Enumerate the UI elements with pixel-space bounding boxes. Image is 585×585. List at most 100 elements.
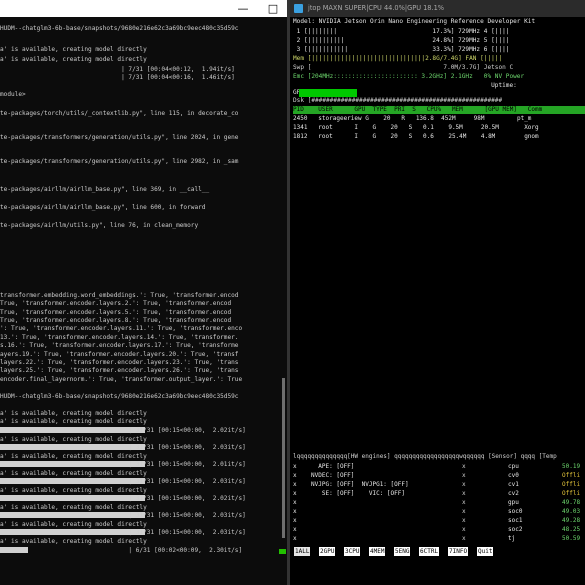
hw-engine-row: x (293, 517, 297, 524)
menu-tab-info[interactable]: 7INFO (448, 547, 469, 556)
terminal-line: a' is available, creating model directly (0, 521, 147, 528)
sensor-separator: x (462, 463, 466, 470)
progress-line: | 31/31 [00:15<00:00, 2.03it/s] (0, 512, 287, 519)
hw-engine-row: x (293, 535, 297, 542)
terminal-line: te-packages/airllm/utils.py", line 76, i… (0, 222, 199, 229)
process-row[interactable]: 2450 storageeriew G 20 R 136.8 452M 98M … (293, 115, 531, 123)
sensor-separator: x (462, 517, 466, 524)
menu-tab-mem[interactable]: 4MEM (369, 547, 386, 556)
sensor-separator: x (462, 490, 466, 497)
sensor-name: cv2 (508, 490, 519, 497)
terminal-line: True, 'transformer.encoder.layers.5.': T… (0, 309, 232, 316)
sensor-temp: 48.25 (562, 526, 581, 533)
terminal-line: te-packages/airllm/airllm_base.py", line… (0, 204, 206, 211)
terminal-line: True, 'transformer.encoder.layers.8.': T… (0, 317, 232, 324)
hw-engine-row: x (293, 526, 297, 533)
terminal-line: a' is available, creating model directly (0, 436, 147, 443)
terminal-line: s.16.': True, 'transformer.encoder.layer… (0, 342, 239, 349)
menu-tab-gpu[interactable]: 2GPU (319, 547, 336, 556)
terminal-line: layers.22.': True, 'transformer.encoder.… (0, 359, 239, 366)
terminal-line: | 7/31 [00:04<00:16, 1.46it/s] (0, 74, 235, 81)
process-table-header[interactable]: PID USER GPU TYPE PRI S CPU% MEM [GPU ME… (293, 106, 585, 114)
process-row[interactable]: 1341 root I G 20 S 0.1 9.5M 20.5M Xorg (293, 124, 539, 132)
sensor-temp: 50.19 (562, 463, 581, 470)
gpu-usage-bar (299, 89, 357, 97)
left-terminal-output[interactable]: HUDM--chatglm3-6b-base/snapshots/9680e21… (0, 0, 287, 585)
progress-line: | 31/31 [00:15<00:00, 2.03it/s] (0, 444, 287, 451)
terminal-line: 13.': True, 'transformer.encoder.layers.… (0, 334, 239, 341)
sensor-temp: Offli (562, 472, 581, 479)
sensor-name: gpu (508, 499, 519, 506)
terminal-line: a' is available, creating model directly (0, 504, 147, 511)
sensor-separator: x (462, 472, 466, 479)
sensor-name: cpu (508, 463, 519, 470)
jtop-stat-line: Swp [ 7.0M/3.7G] Jetson C (293, 64, 514, 71)
progress-text: | 31/31 [00:15<00:00, 2.03it/s] (0, 478, 246, 485)
hw-engine-row: x APE: [OFF] (293, 463, 355, 470)
terminal-line: a' is available, creating model directly (0, 470, 147, 477)
terminal-line: module> (0, 91, 26, 98)
terminal-icon (294, 4, 303, 13)
terminal-line: te-packages/transformers/generation/util… (0, 158, 239, 165)
terminal-line: True, 'transformer.encoder.layers.2.': T… (0, 300, 232, 307)
progress-text: | 31/31 [00:15<00:00, 2.01it/s] (0, 461, 246, 468)
menu-tab-cpu[interactable]: 3CPU (344, 547, 361, 556)
jtop-stat-line: Dsk [###################################… (293, 97, 503, 104)
sensor-name: soc0 (508, 508, 523, 515)
process-row[interactable]: 1812 root I G 20 S 0.6 25.4M 4.8M gnom (293, 133, 539, 141)
progress-text: | 6/31 [00:02<00:09, 2.30it/s] (0, 547, 243, 554)
terminal-line: encoder.final_layernorm.': True, 'transf… (0, 376, 243, 383)
sensor-separator: x (462, 535, 466, 542)
jtop-stat-line: 3 [||||||||||| 33.3%] 729MHz 6 [|||| (293, 46, 510, 53)
sensor-separator: x (462, 481, 466, 488)
sensor-temp: 49.03 (562, 508, 581, 515)
menu-tab-ctrl[interactable]: 6CTRL (419, 547, 440, 556)
jtop-menu-bar[interactable]: 1ALL 2GPU 3CPU 4MEM 5ENG 6CTRL 7INFO Quit (290, 547, 585, 556)
hw-engine-row: x (293, 508, 297, 515)
terminal-line: transformer.embedding.word_embeddings.':… (0, 292, 239, 299)
jtop-stat-line: 1 [|||||||| 17.3%] 729MHz 4 [|||| (293, 28, 510, 35)
terminal-line: te-packages/transformers/generation/util… (0, 134, 239, 141)
sensor-name: tj (508, 535, 516, 542)
terminal-line: a' is available, creating model directly (0, 487, 147, 494)
terminal-line: ayers.19.': True, 'transformer.encoder.l… (0, 351, 239, 358)
progress-text: | 31/31 [00:15<00:00, 2.03it/s] (0, 444, 246, 451)
sensor-separator: x (462, 508, 466, 515)
menu-tab-all[interactable]: 1ALL (294, 547, 311, 556)
progress-line: | 31/31 [00:15<00:00, 2.02it/s] (0, 495, 287, 502)
terminal-line: HUDM--chatglm3-6b-base/snapshots/9680e21… (0, 25, 239, 32)
sensor-temp: Offli (562, 490, 581, 497)
progress-line: | 6/31 [00:02<00:09, 2.30it/s] (0, 547, 287, 554)
jtop-titlebar[interactable]: jtop MAXN SUPER|CPU 44.0%|GPU 18.1% (290, 0, 585, 17)
sensor-separator: x (462, 499, 466, 506)
terminal-line: ': True, 'transformer.encoder.layers.11.… (0, 325, 243, 332)
terminal-line: a' is available, creating model directly (0, 453, 147, 460)
jtop-terminal-window[interactable]: jtop MAXN SUPER|CPU 44.0%|GPU 18.1% Mode… (290, 0, 585, 585)
progress-line: | 31/31 [00:15<00:00, 2.03it/s] (0, 529, 287, 536)
hw-engine-row: x SE: [OFF] VIC: [OFF] (293, 490, 405, 497)
progress-text: | 31/31 [00:15<00:00, 2.03it/s] (0, 512, 246, 519)
terminal-line: a' is available, creating model directly (0, 418, 147, 425)
sensor-name: soc2 (508, 526, 523, 533)
jtop-stat-line: Model: NVIDIA Jetson Orin Nano Engineeri… (293, 18, 536, 25)
hw-engine-row: x (293, 499, 297, 506)
menu-tab-eng[interactable]: 5ENG (394, 547, 411, 556)
progress-line: | 31/31 [00:15<00:00, 2.02it/s] (0, 427, 287, 434)
jtop-window-title: jtop MAXN SUPER|CPU 44.0%|GPU 18.1% (308, 4, 445, 12)
terminal-line: te-packages/torch/utils/_contextlib.py",… (0, 110, 239, 117)
sensor-separator: x (462, 526, 466, 533)
terminal-line: a' is available, creating model directly (0, 410, 147, 417)
menu-tab-uit[interactable]: Quit (477, 547, 494, 556)
left-terminal-window[interactable]: — □ HUDM--chatglm3-6b-base/snapshots/968… (0, 0, 287, 585)
progress-text: | 31/31 [00:15<00:00, 2.02it/s] (0, 427, 246, 434)
left-terminal-scrollbar[interactable] (282, 378, 285, 538)
sensor-temp: 49.78 (562, 499, 581, 506)
terminal-line: layers.25.': True, 'transformer.encoder.… (0, 367, 239, 374)
terminal-line: a' is available, creating model directly (0, 46, 147, 53)
sensor-name: cv0 (508, 472, 519, 479)
progress-line: | 31/31 [00:15<00:00, 2.01it/s] (0, 461, 287, 468)
hw-engine-row: x NVDEC: [OFF] (293, 472, 355, 479)
sensor-name: cv1 (508, 481, 519, 488)
jtop-stat-line: Mem [|||||||||||||||||||||||||||||||2.8G… (293, 55, 503, 62)
terminal-line: HUDM--chatglm3-6b-base/snapshots/9680e21… (0, 393, 239, 400)
